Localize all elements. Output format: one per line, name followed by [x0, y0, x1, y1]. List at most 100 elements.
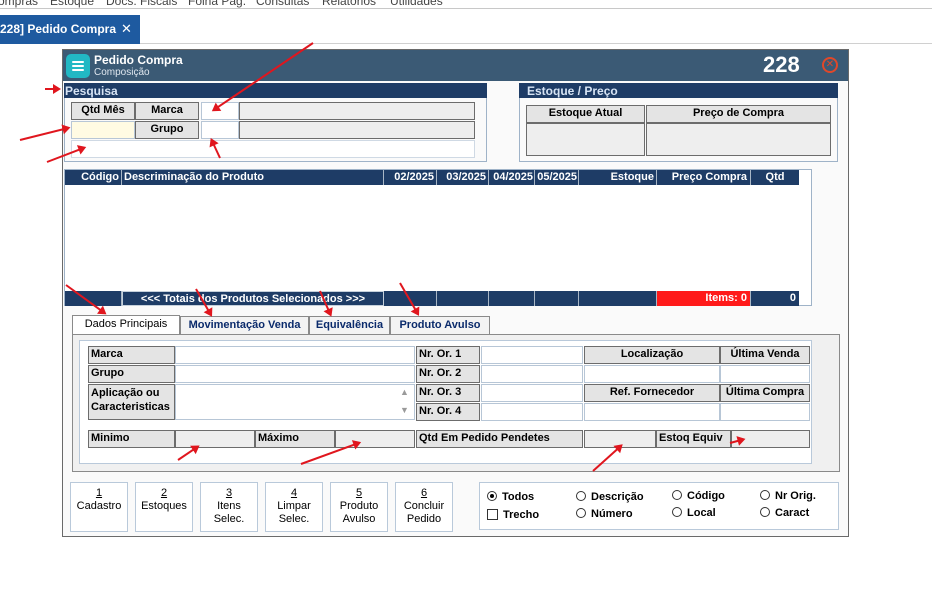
- radio-icon: [672, 507, 682, 517]
- estoques-button[interactable]: 2 Estoques: [135, 482, 193, 532]
- btn4-label: Limpar Selec.: [277, 500, 311, 525]
- radio-icon: [760, 507, 770, 517]
- app-menubar: ompras Estoque Docs. Fiscais Folha Pag. …: [0, 0, 932, 9]
- pesquisa-search-input[interactable]: [71, 140, 475, 158]
- pesquisa-header-bar: [64, 83, 487, 98]
- dados-marca-label: Marca: [88, 346, 175, 364]
- nr-or-4-field[interactable]: [481, 403, 583, 421]
- btn3-hotkey: 3: [225, 487, 233, 499]
- dados-marca-field[interactable]: [175, 346, 415, 364]
- col-qtd[interactable]: Qtd: [751, 170, 799, 185]
- filter-numero-label: Número: [591, 508, 633, 520]
- qtd-mes-label: Qtd Mês: [71, 102, 135, 120]
- close-icon[interactable]: ✕: [121, 21, 132, 37]
- aplicacao-line: Aplicação ou: [91, 387, 160, 399]
- nr-or-4-label: Nr. Or. 4: [416, 403, 480, 421]
- doc-tab-pedido-compra[interactable]: 228] Pedido Compra ✕: [0, 15, 140, 44]
- radio-icon: [672, 490, 682, 500]
- ultima-compra-field[interactable]: [720, 403, 810, 421]
- col-codigo[interactable]: Código: [65, 170, 122, 185]
- filter-local[interactable]: Local: [672, 507, 716, 519]
- col-descriminacao[interactable]: Descriminação do Produto: [122, 170, 384, 185]
- btn5-label: Produto Avulso: [339, 500, 379, 525]
- col-estoque[interactable]: Estoque: [579, 170, 657, 185]
- nr-or-3-field[interactable]: [481, 384, 583, 402]
- estoque-atual-label: Estoque Atual: [526, 105, 645, 123]
- btn2-label: Estoques: [141, 500, 187, 512]
- itens-selec-button[interactable]: 3 Itens Selec.: [200, 482, 258, 532]
- ultima-venda-label: Última Venda: [720, 346, 810, 364]
- pesquisa-title: Pesquisa: [65, 84, 118, 98]
- menu-docs-fiscais[interactable]: Docs. Fiscais: [106, 0, 177, 8]
- btn5-hotkey: 5: [355, 487, 363, 499]
- ultima-venda-field[interactable]: [720, 365, 810, 383]
- product-grid[interactable]: [64, 169, 812, 306]
- dados-aplicacao-textarea[interactable]: ▲ ▼: [175, 384, 415, 420]
- grupo-label: Grupo: [135, 121, 199, 139]
- tab-produto-avulso[interactable]: Produto Avulso: [390, 316, 490, 335]
- nr-or-1-field[interactable]: [481, 346, 583, 364]
- col-03-2025[interactable]: 03/2025: [437, 170, 489, 185]
- totals-label: <<< Totais dos Produtos Selecionados >>>: [122, 291, 384, 306]
- tab-equivalencia[interactable]: Equivalência: [309, 316, 390, 335]
- filter-descricao[interactable]: Descrição: [576, 491, 644, 503]
- menu-utilidades[interactable]: Utilidades: [390, 0, 443, 8]
- menu-relatorios[interactable]: Relatórios: [322, 0, 376, 8]
- minimo-label: Minimo: [88, 430, 175, 448]
- filter-nr-orig[interactable]: Nr Orig.: [760, 490, 816, 502]
- window-titlebar: Pedido Compra Composição 228 ✕: [63, 50, 848, 81]
- menu-compras[interactable]: ompras: [0, 0, 38, 8]
- btn6-hotkey: 6: [420, 487, 428, 499]
- totals-03-2025: [437, 291, 489, 306]
- marca-label: Marca: [135, 102, 199, 120]
- localizacao-field[interactable]: [584, 365, 720, 383]
- window-title: Pedido Compra: [94, 53, 183, 67]
- concluir-pedido-button[interactable]: 6 Concluir Pedido: [395, 482, 453, 532]
- filter-trecho[interactable]: Trecho: [487, 509, 539, 521]
- filter-caract-label: Caract: [775, 507, 810, 519]
- radio-icon: [760, 490, 770, 500]
- marca-name-field[interactable]: [239, 102, 475, 120]
- product-grid-header: Código Descriminação do Produto 02/2025 …: [65, 170, 799, 185]
- close-circle-icon[interactable]: ✕: [822, 57, 838, 73]
- filter-todos[interactable]: Todos: [487, 491, 534, 503]
- grid-totals-row: <<< Totais dos Produtos Selecionados >>>…: [65, 291, 799, 306]
- filter-caract[interactable]: Caract: [760, 507, 809, 519]
- produto-avulso-button[interactable]: 5 Produto Avulso: [330, 482, 388, 532]
- tab-dados-principais[interactable]: Dados Principais: [72, 315, 180, 334]
- radio-selected-icon: [487, 491, 497, 501]
- nr-or-2-field[interactable]: [481, 365, 583, 383]
- dados-grupo-field[interactable]: [175, 365, 415, 383]
- localizacao-label: Localização: [584, 346, 720, 364]
- col-preco-compra[interactable]: Preço Compra: [657, 170, 751, 185]
- maximo-label: Máximo: [255, 430, 335, 448]
- tab-movimentacao-venda[interactable]: Movimentação Venda: [180, 316, 309, 335]
- col-05-2025[interactable]: 05/2025: [535, 170, 579, 185]
- pedido-compra-window: Pedido Compra Composição 228 ✕ Pesquisa …: [62, 49, 849, 537]
- items-count: Items: 0: [657, 291, 751, 306]
- menu-estoque[interactable]: Estoque: [50, 0, 94, 8]
- limpar-selec-button[interactable]: 4 Limpar Selec.: [265, 482, 323, 532]
- grupo-code-field[interactable]: [201, 121, 239, 139]
- totals-qtd: 0: [789, 292, 796, 304]
- filter-todos-label: Todos: [502, 491, 535, 503]
- filter-codigo[interactable]: Código: [672, 490, 725, 502]
- menu-folha-pag[interactable]: Folha Pag.: [188, 0, 246, 8]
- ref-fornecedor-field[interactable]: [584, 403, 720, 421]
- preco-compra-label: Preço de Compra: [646, 105, 831, 123]
- minimo-field[interactable]: [175, 430, 255, 448]
- ultima-compra-label: Última Compra: [720, 384, 810, 402]
- col-02-2025[interactable]: 02/2025: [384, 170, 437, 185]
- app-logo-icon: [66, 54, 90, 78]
- btn1-hotkey: 1: [95, 487, 103, 499]
- qtd-mes-input[interactable]: [71, 121, 135, 139]
- cadastro-button[interactable]: 1 Cadastro: [70, 482, 128, 532]
- nr-or-2-label: Nr. Or. 2: [416, 365, 480, 383]
- filter-trecho-label: Trecho: [503, 509, 540, 521]
- menu-consultas[interactable]: Consultas: [256, 0, 309, 8]
- col-04-2025[interactable]: 04/2025: [489, 170, 535, 185]
- grupo-name-field[interactable]: [239, 121, 475, 139]
- filter-numero[interactable]: Número: [576, 508, 633, 520]
- scroll-down-icon[interactable]: ▼: [400, 405, 409, 415]
- scroll-up-icon[interactable]: ▲: [400, 387, 409, 397]
